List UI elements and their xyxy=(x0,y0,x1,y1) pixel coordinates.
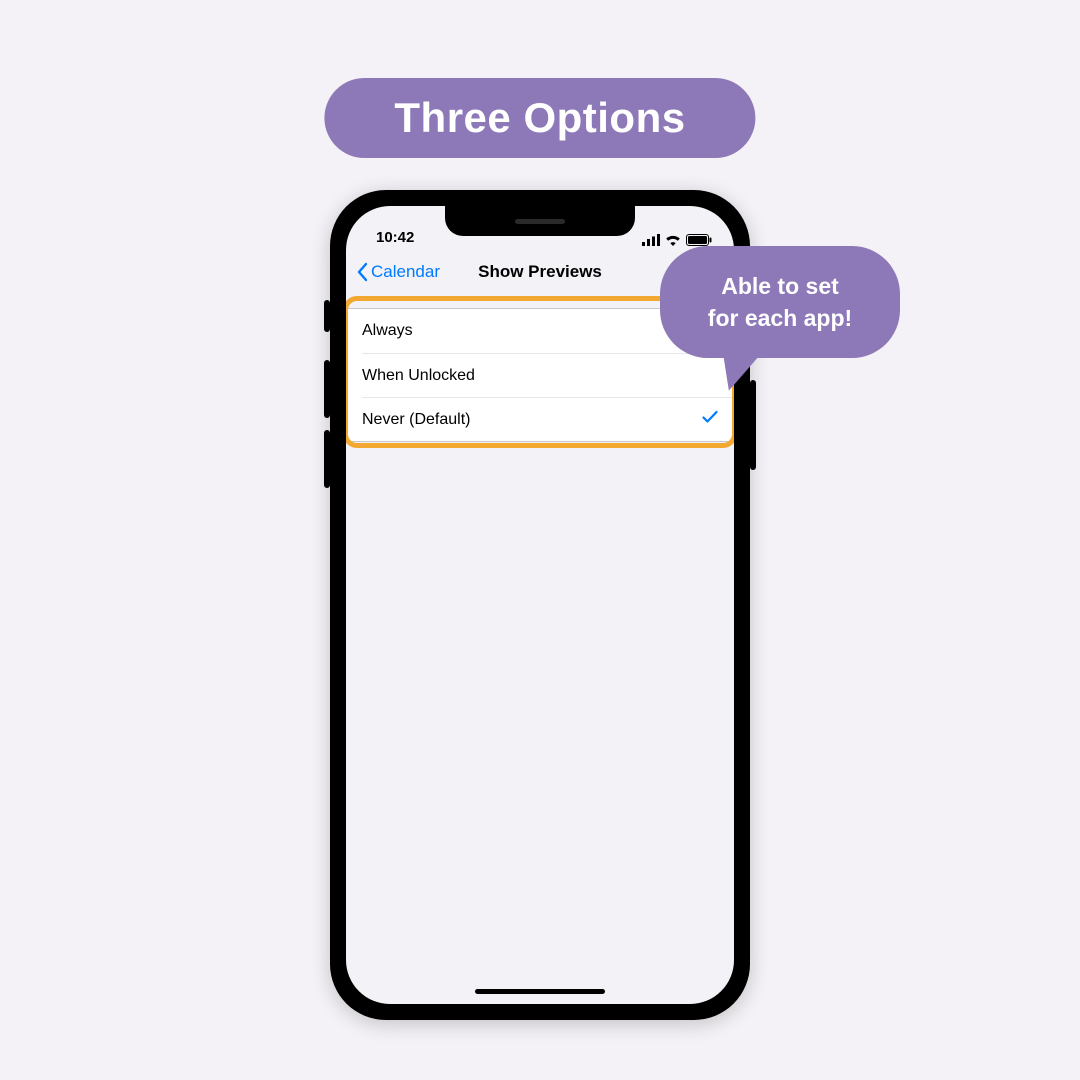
speaker-slit xyxy=(515,219,565,224)
volume-down-button xyxy=(324,430,330,488)
banner-title: Three Options xyxy=(394,94,685,141)
status-icons xyxy=(642,234,712,246)
option-label: Never (Default) xyxy=(362,411,470,429)
checkmark-icon xyxy=(702,410,718,429)
volume-up-button xyxy=(324,360,330,418)
option-label: When Unlocked xyxy=(362,367,475,385)
chevron-left-icon xyxy=(356,262,368,282)
option-when-unlocked[interactable]: When Unlocked xyxy=(362,353,734,397)
home-indicator xyxy=(475,989,605,994)
callout-line2: for each app! xyxy=(686,302,874,334)
battery-icon xyxy=(686,234,712,246)
option-never[interactable]: Never (Default) xyxy=(362,397,734,441)
status-time: 10:42 xyxy=(376,229,414,246)
bubble-tail xyxy=(715,344,765,396)
option-label: Always xyxy=(362,322,413,340)
cellular-icon xyxy=(642,234,660,246)
back-label: Calendar xyxy=(371,262,440,282)
banner-pill: Three Options xyxy=(324,78,755,158)
phone-notch xyxy=(445,206,635,236)
wifi-icon xyxy=(665,234,681,246)
back-button[interactable]: Calendar xyxy=(356,262,440,282)
callout-line1: Able to set xyxy=(686,270,874,302)
callout-bubble: Able to set for each app! xyxy=(660,246,900,358)
mute-switch xyxy=(324,300,330,332)
